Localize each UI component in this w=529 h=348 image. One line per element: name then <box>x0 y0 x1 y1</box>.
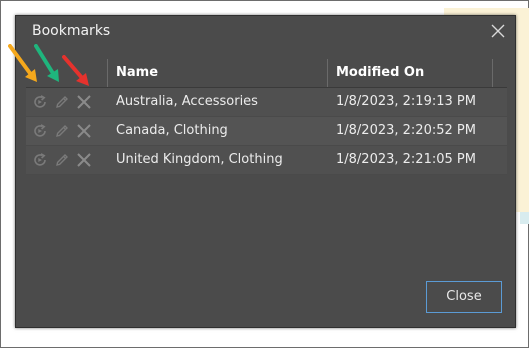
table-row[interactable]: Canada, Clothing 1/8/2023, 2:20:52 PM <box>26 117 507 146</box>
restore-icon[interactable] <box>32 94 48 110</box>
close-button[interactable]: Close <box>426 281 502 313</box>
table-row[interactable]: United Kingdom, Clothing 1/8/2023, 2:21:… <box>26 146 507 175</box>
green-annotation-arrow <box>34 44 59 82</box>
table-body: Australia, Accessories 1/8/2023, 2:19:13… <box>26 88 507 175</box>
bookmarks-table: Name Modified On Australia, Accessories … <box>26 59 507 175</box>
delete-x-icon[interactable] <box>76 123 92 139</box>
delete-x-icon[interactable] <box>76 152 92 168</box>
bookmark-modified-on: 1/8/2023, 2:21:05 PM <box>336 152 476 167</box>
column-separator <box>492 59 493 87</box>
row-actions <box>32 123 96 139</box>
column-header-name[interactable]: Name <box>108 59 328 87</box>
restore-icon[interactable] <box>32 152 48 168</box>
row-actions <box>32 152 96 168</box>
red-annotation-arrow <box>62 55 89 86</box>
bookmark-name: United Kingdom, Clothing <box>116 152 283 167</box>
restore-icon[interactable] <box>32 123 48 139</box>
table-row[interactable]: Australia, Accessories 1/8/2023, 2:19:13… <box>26 88 507 117</box>
dialog-title: Bookmarks <box>32 23 111 39</box>
pencil-icon[interactable] <box>54 152 70 168</box>
pencil-icon[interactable] <box>54 123 70 139</box>
pencil-icon[interactable] <box>54 94 70 110</box>
bookmark-name: Australia, Accessories <box>116 94 258 109</box>
bookmark-modified-on: 1/8/2023, 2:19:13 PM <box>336 94 476 109</box>
bookmark-modified-on: 1/8/2023, 2:20:52 PM <box>336 123 476 138</box>
delete-x-icon[interactable] <box>76 94 92 110</box>
close-icon[interactable] <box>490 23 506 39</box>
background-strip <box>520 212 529 224</box>
bookmark-name: Canada, Clothing <box>116 123 228 138</box>
table-header: Name Modified On <box>26 59 507 88</box>
column-header-modified-on[interactable]: Modified On <box>328 59 493 87</box>
row-actions <box>32 94 96 110</box>
